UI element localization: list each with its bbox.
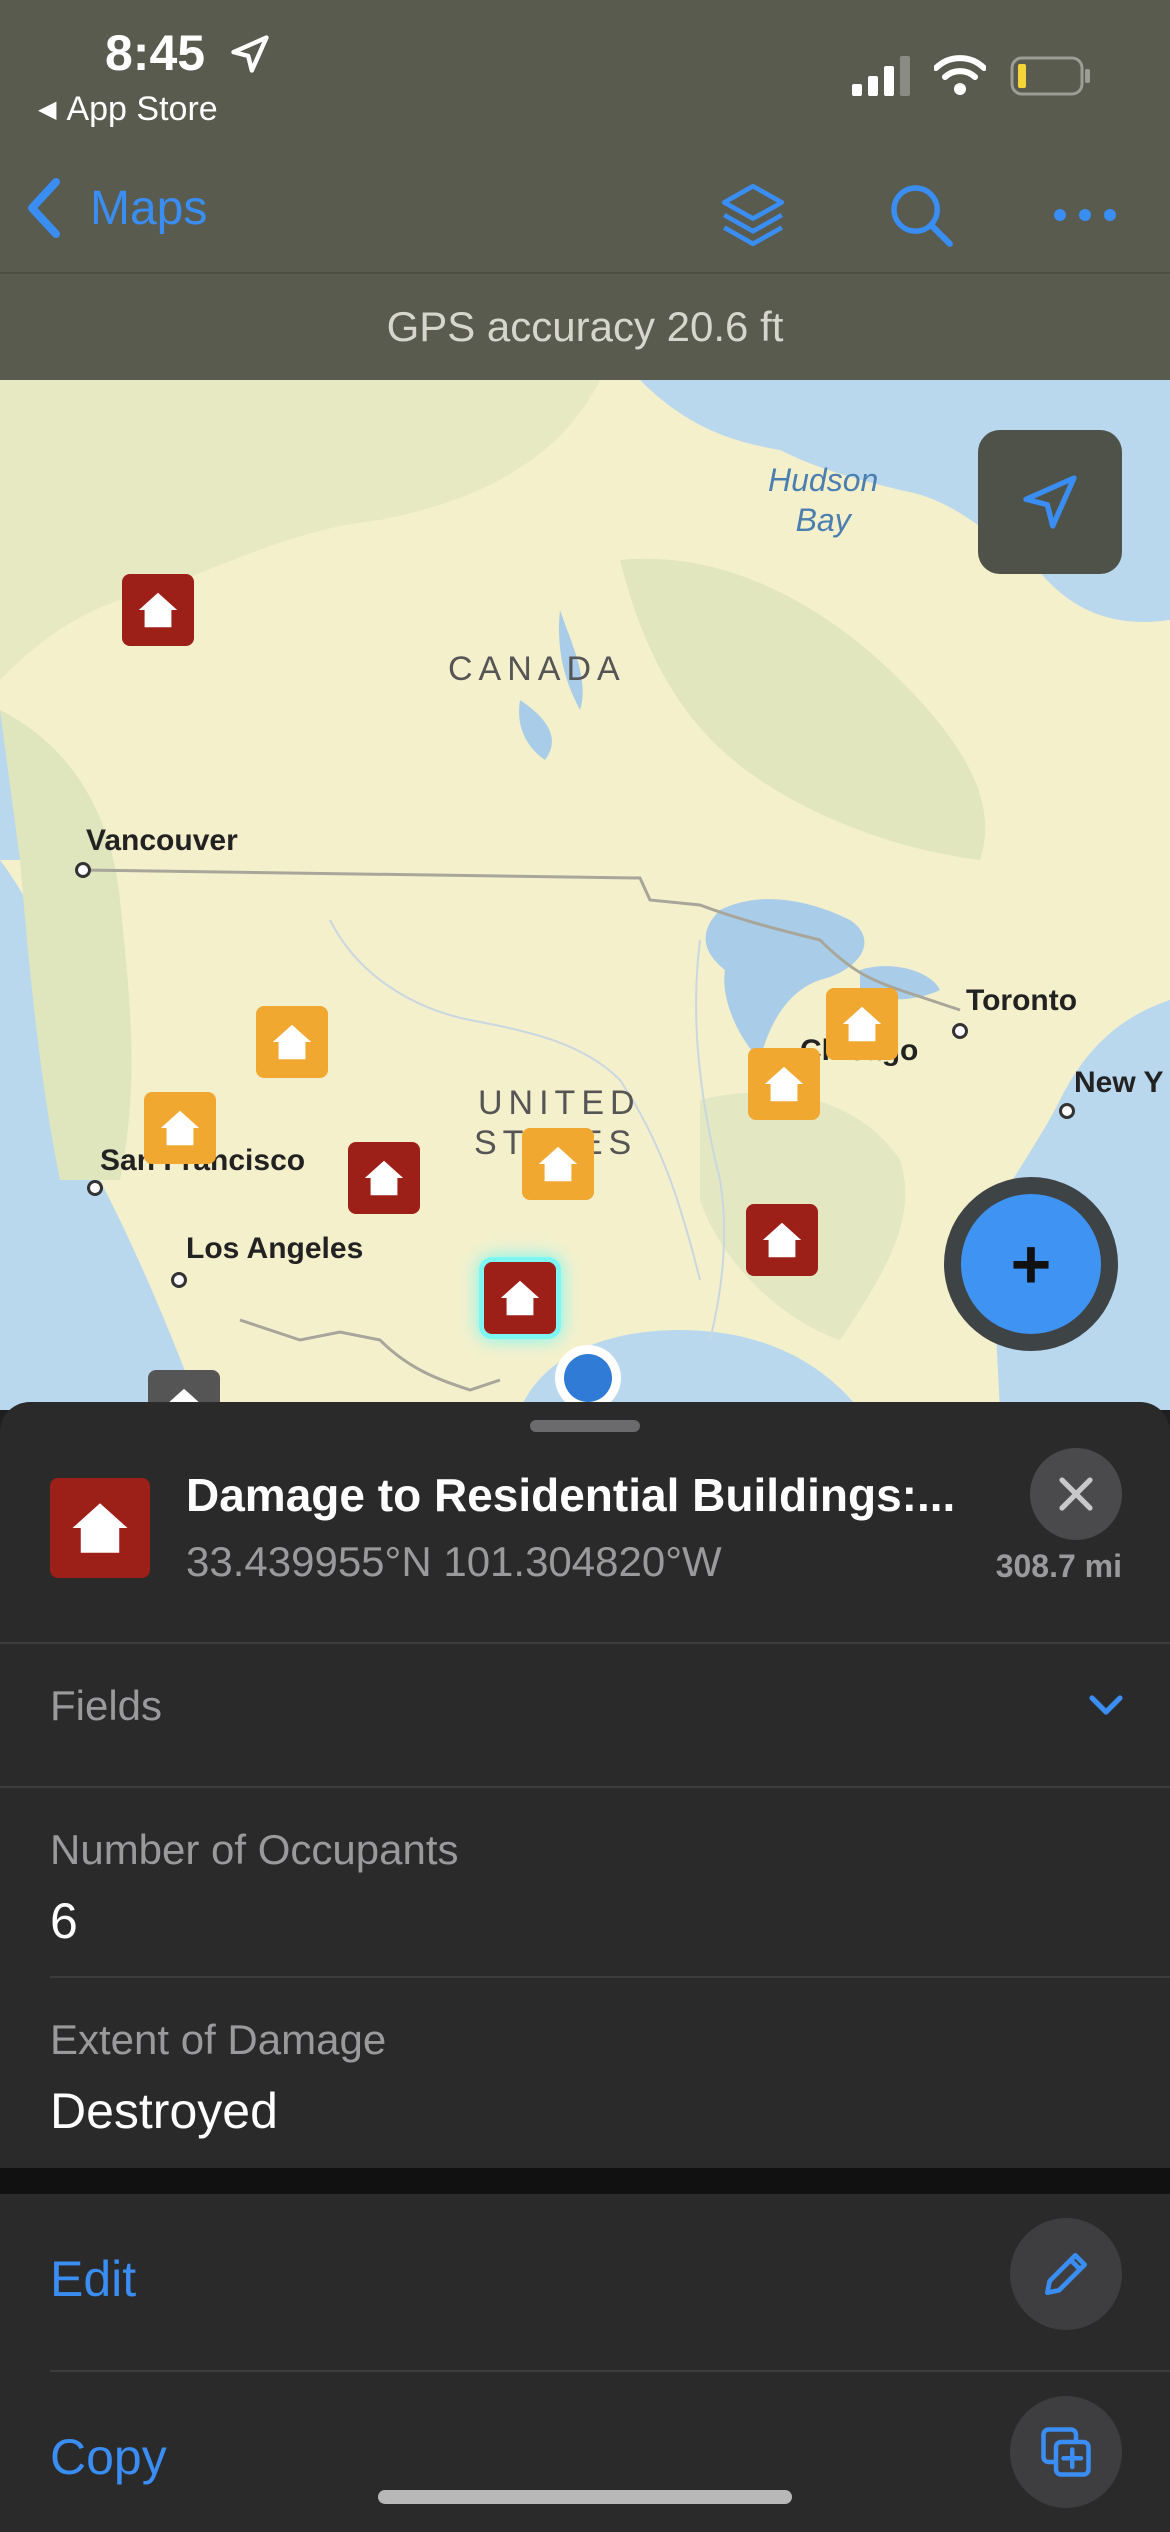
house-icon: [842, 1006, 882, 1042]
damage-marker-destroyed[interactable]: [348, 1142, 420, 1214]
damage-marker-damaged[interactable]: [826, 988, 898, 1060]
add-feature-button[interactable]: +: [944, 1177, 1118, 1351]
toronto-dot: [952, 1023, 968, 1039]
field-extent-of-damage: Extent of Damage Destroyed: [50, 2016, 386, 2140]
navigation-bar: Maps: [0, 160, 1170, 270]
canada-label: CANADA: [448, 650, 626, 688]
copy-action[interactable]: Copy: [0, 2372, 1170, 2532]
back-triangle-icon: ◀: [38, 96, 57, 123]
layers-button[interactable]: [708, 170, 798, 260]
ellipsis-icon: [1054, 209, 1116, 221]
house-icon: [764, 1066, 804, 1102]
feature-detail-sheet: Damage to Residential Buildings:... 33.4…: [0, 1402, 1170, 2532]
chevron-left-icon: [28, 178, 60, 238]
damage-marker-destroyed[interactable]: [746, 1204, 818, 1276]
sheet-grabber[interactable]: [530, 1420, 640, 1432]
feature-title: Damage to Residential Buildings:...: [186, 1469, 956, 1521]
locate-me-button[interactable]: [978, 430, 1122, 574]
wifi-icon: [934, 55, 986, 95]
field-number-of-occupants: Number of Occupants 6: [50, 1826, 459, 1950]
copy-button[interactable]: [1010, 2396, 1122, 2508]
new-york-dot: [1059, 1103, 1075, 1119]
damage-marker-damaged[interactable]: [748, 1048, 820, 1120]
hudson-bay-label: Hudson Bay: [768, 462, 879, 538]
house-icon: [364, 1160, 404, 1196]
field-name: Number of Occupants: [50, 1826, 459, 1873]
chevron-down-icon: [1089, 1695, 1123, 1715]
field-value: 6: [50, 1893, 78, 1949]
layers-icon: [721, 183, 785, 247]
divider: [0, 1786, 1170, 1788]
fields-header[interactable]: Fields: [0, 1646, 1170, 1788]
back-to-app-store[interactable]: ◀ App Store: [38, 90, 218, 129]
toronto-label: Toronto: [966, 984, 1078, 1017]
copy-plus-icon: [1041, 2427, 1091, 2477]
home-indicator[interactable]: [378, 2490, 792, 2504]
edit-action[interactable]: Edit: [0, 2194, 1170, 2372]
battery-icon: [1010, 56, 1090, 96]
united-states-label-line1: UNITED: [478, 1084, 641, 1122]
house-icon: [138, 592, 178, 628]
status-time: 8:45: [105, 25, 206, 81]
gps-accuracy-banner: GPS accuracy 20.6 ft: [0, 272, 1170, 380]
fields-label: Fields: [50, 1682, 163, 1729]
vancouver-label: Vancouver: [86, 824, 238, 857]
house-icon: [72, 1503, 128, 1553]
search-icon: [891, 185, 953, 247]
copy-label: Copy: [50, 2429, 167, 2485]
damage-marker-damaged[interactable]: [522, 1128, 594, 1200]
divider: [50, 1976, 1170, 1978]
location-arrow-icon: [231, 35, 269, 73]
back-app-label: App Store: [66, 90, 218, 128]
close-icon: [1059, 1477, 1093, 1511]
house-icon: [762, 1222, 802, 1258]
los-angeles-dot: [171, 1272, 187, 1288]
damage-marker-damaged[interactable]: [256, 1006, 328, 1078]
section-separator: [0, 2168, 1170, 2194]
pencil-icon: [1045, 2253, 1087, 2295]
san-francisco-dot: [87, 1180, 103, 1196]
house-icon: [272, 1024, 312, 1060]
plus-icon: +: [961, 1194, 1101, 1334]
divider: [0, 1642, 1170, 1644]
maps-back-label: Maps: [90, 181, 208, 235]
vancouver-dot: [75, 862, 91, 878]
damage-marker-damaged[interactable]: [144, 1092, 216, 1164]
location-arrow-icon: [1023, 475, 1077, 529]
feature-distance: 308.7 mi: [995, 1548, 1122, 1584]
house-icon: [500, 1280, 540, 1316]
top-bar: 8:45 ◀ App Store Maps GPS accuracy 20.6 …: [0, 0, 1170, 380]
house-icon: [538, 1146, 578, 1182]
edit-label: Edit: [50, 2251, 137, 2307]
feature-symbol: [50, 1478, 150, 1578]
maps-back-button[interactable]: Maps: [24, 178, 207, 238]
map-view[interactable]: Hudson Bay CANADA UNITED STATES Vancouve…: [0, 380, 1170, 1410]
edit-button[interactable]: [1010, 2218, 1122, 2330]
house-icon: [160, 1110, 200, 1146]
damage-marker-selected[interactable]: [484, 1262, 556, 1334]
close-button[interactable]: [1030, 1448, 1122, 1540]
feature-coordinates: 33.439955°N 101.304820°W: [186, 1538, 722, 1585]
damage-marker-destroyed[interactable]: [122, 574, 194, 646]
cellular-signal-icon: [852, 56, 910, 96]
field-value: Destroyed: [50, 2083, 278, 2139]
search-button[interactable]: [876, 170, 966, 260]
field-name: Extent of Damage: [50, 2016, 387, 2063]
los-angeles-label: Los Angeles: [186, 1232, 364, 1265]
more-options-button[interactable]: [1040, 170, 1130, 260]
new-york-label: New Y: [1074, 1066, 1164, 1099]
